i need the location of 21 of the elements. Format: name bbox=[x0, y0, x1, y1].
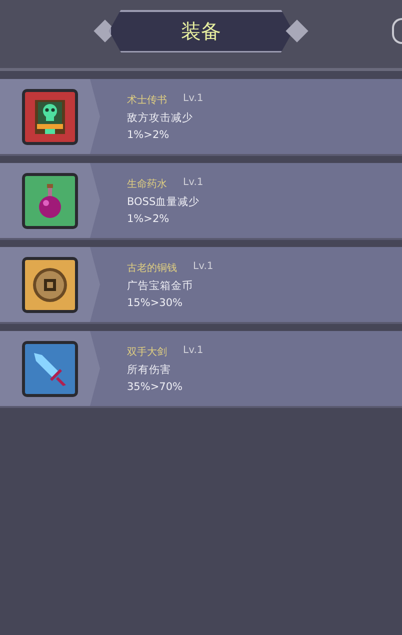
item-value: 1%>2% bbox=[127, 212, 170, 224]
item-level: Lv.1 bbox=[183, 344, 204, 358]
item-effect: BOSS血量减少 bbox=[127, 194, 201, 208]
item-name: 双手大剑 bbox=[127, 346, 167, 358]
item-effect: 所有伤害 bbox=[127, 362, 172, 376]
equipment-card[interactable]: 术士传书 Lv.1 敌方攻击减少 1%>2% bbox=[0, 79, 402, 156]
item-effect: 敌方攻击减少 bbox=[127, 110, 194, 124]
equipment-card[interactable]: 古老的铜钱 Lv.1 广告宝箱金币 15%>30% bbox=[0, 247, 402, 324]
page-title: 装备 bbox=[109, 10, 293, 52]
item-level: Lv.1 bbox=[193, 260, 214, 274]
item-name: 生命药水 bbox=[127, 178, 167, 190]
item-level: Lv.1 bbox=[183, 176, 204, 190]
item-name: 古老的铜钱 bbox=[127, 262, 177, 274]
item-name: 术士传书 bbox=[127, 94, 167, 106]
item-effect: 广告宝箱金币 bbox=[127, 278, 194, 292]
item-level: Lv.1 bbox=[183, 92, 204, 106]
item-value: 1%>2% bbox=[127, 128, 170, 140]
item-value: 35%>70% bbox=[127, 380, 184, 392]
equipment-card[interactable]: 生命药水 Lv.1 BOSS血量减少 1%>2% bbox=[0, 163, 402, 240]
equipment-card[interactable]: 双手大剑 Lv.1 所有伤害 35%>70% bbox=[0, 331, 402, 408]
item-value: 15%>30% bbox=[127, 296, 184, 308]
